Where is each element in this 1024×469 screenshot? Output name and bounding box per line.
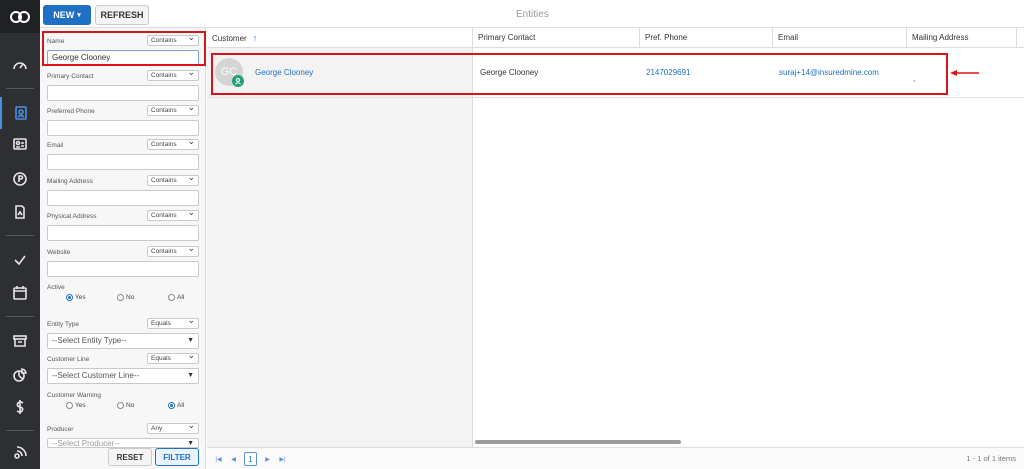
policy-icon[interactable] <box>0 163 40 195</box>
filter-actions: RESET FILTER <box>40 446 206 469</box>
archive-icon[interactable] <box>0 325 40 357</box>
filter-label: Customer Line <box>47 356 90 363</box>
filter-label: Primary Contact <box>47 73 94 80</box>
toolbar: NEW ▾ REFRESH Entities <box>40 0 1024 28</box>
filter-label: Customer Warning <box>47 392 101 399</box>
filter-label: Mailing Address <box>47 178 93 185</box>
annotation-arrow-icon <box>950 70 979 76</box>
new-button-label: NEW <box>53 10 75 20</box>
result-row-highlight <box>211 53 948 95</box>
radio-label: All <box>177 294 185 301</box>
grid-body: GC George Clooney George Clooney 2147029… <box>207 48 1024 448</box>
filter-label: Active <box>47 284 65 291</box>
operator-select[interactable]: Equals <box>147 351 199 364</box>
operator-select[interactable]: Contains <box>147 137 199 150</box>
integrations-icon[interactable] <box>0 437 40 469</box>
column-header-mailing-address[interactable]: Mailing Address <box>907 28 1017 48</box>
prev-page-icon[interactable]: ◀ <box>227 452 240 466</box>
warning-radio-group: Yes No All <box>47 402 199 412</box>
page-number-button[interactable]: 1 <box>244 452 257 466</box>
warning-no-radio[interactable]: No <box>117 402 134 409</box>
mailing-address-filter-input[interactable] <box>47 190 199 206</box>
column-header-phone[interactable]: Pref. Phone <box>640 28 773 48</box>
radio-dot <box>117 294 124 301</box>
filter-label: Email <box>47 142 64 149</box>
entity-type-select[interactable]: --Select Entity Type-- <box>47 333 199 349</box>
commission-icon[interactable] <box>0 391 40 423</box>
nav-divider <box>6 430 34 431</box>
nav-divider <box>6 316 34 317</box>
radio-label: Yes <box>75 402 86 409</box>
operator-select[interactable]: Contains <box>147 173 199 186</box>
filter-label: Website <box>47 249 71 256</box>
column-header-customer[interactable]: Customer ↑ <box>207 28 473 48</box>
warning-all-radio[interactable]: All <box>168 402 184 409</box>
documents-icon[interactable] <box>0 196 40 228</box>
radio-label: Yes <box>75 294 86 301</box>
contacts-icon[interactable] <box>0 97 40 129</box>
logo-icon[interactable] <box>0 0 40 33</box>
warning-yes-radio[interactable]: Yes <box>66 402 86 409</box>
customer-line-select[interactable]: --Select Customer Line-- <box>47 368 199 384</box>
column-header-email[interactable]: Email <box>773 28 907 48</box>
radio-label: All <box>177 402 185 409</box>
refresh-button[interactable]: REFRESH <box>95 5 149 25</box>
tasks-icon[interactable] <box>0 244 40 276</box>
reset-button[interactable]: RESET <box>108 448 152 466</box>
next-page-icon[interactable]: ▶ <box>261 452 274 466</box>
reports-icon[interactable] <box>0 359 40 391</box>
pager-info: 1 - 1 of 1 items <box>966 454 1016 463</box>
radio-label: No <box>126 294 135 301</box>
column-header-primary-contact[interactable]: Primary Contact <box>473 28 640 48</box>
app-root: NEW ▾ REFRESH Entities Name Contains Geo… <box>0 0 1024 469</box>
customer-column-bg <box>207 48 473 448</box>
active-no-radio[interactable]: No <box>117 294 134 301</box>
first-page-icon[interactable]: |◀ <box>212 452 225 466</box>
email-filter-input[interactable] <box>47 154 199 170</box>
operator-select[interactable]: Contains <box>147 103 199 116</box>
last-page-icon[interactable]: ▶| <box>276 452 289 466</box>
horizontal-scrollbar[interactable] <box>475 440 681 444</box>
calendar-icon[interactable] <box>0 277 40 309</box>
grid-header: Customer ↑ Primary Contact Pref. Phone Em… <box>207 28 1024 48</box>
operator-select[interactable]: Equals <box>147 316 199 329</box>
filter-label: Entity Type <box>47 321 80 328</box>
filter-label: Physical Address <box>47 213 97 220</box>
radio-dot <box>168 402 175 409</box>
name-filter-highlight <box>42 31 206 66</box>
nav-divider <box>6 235 34 236</box>
caret-down-icon: ▾ <box>77 12 81 19</box>
radio-dot <box>66 402 73 409</box>
id-card-icon[interactable] <box>0 128 40 160</box>
phone-filter-input[interactable] <box>47 120 199 136</box>
nav-divider <box>6 88 34 89</box>
operator-select[interactable]: Any <box>147 421 199 434</box>
active-yes-radio[interactable]: Yes <box>66 294 86 301</box>
primary-contact-filter-input[interactable] <box>47 85 199 101</box>
filter-panel: Name Contains George Clooney Primary Con… <box>40 28 206 469</box>
column-label: Customer <box>212 34 247 43</box>
radio-dot <box>117 402 124 409</box>
filter-label: Producer <box>47 426 74 433</box>
active-all-radio[interactable]: All <box>168 294 184 301</box>
sort-ascending-icon: ↑ <box>252 33 258 43</box>
left-nav-rail <box>0 0 40 469</box>
new-button[interactable]: NEW ▾ <box>43 5 91 25</box>
filter-button[interactable]: FILTER <box>155 448 199 466</box>
active-radio-group: Yes No All <box>47 294 199 304</box>
radio-dot <box>168 294 175 301</box>
website-filter-input[interactable] <box>47 261 199 277</box>
operator-select[interactable]: Contains <box>147 68 199 81</box>
page-title: Entities <box>516 9 549 20</box>
dashboard-icon[interactable] <box>0 50 40 82</box>
operator-select[interactable]: Contains <box>147 208 199 221</box>
radio-label: No <box>126 402 135 409</box>
radio-dot <box>66 294 73 301</box>
operator-select[interactable]: Contains <box>147 244 199 257</box>
physical-address-filter-input[interactable] <box>47 225 199 241</box>
filter-label: Preferred Phone <box>47 108 95 115</box>
pager: |◀ ◀ 1 ▶ ▶| 1 - 1 of 1 items <box>207 447 1024 469</box>
